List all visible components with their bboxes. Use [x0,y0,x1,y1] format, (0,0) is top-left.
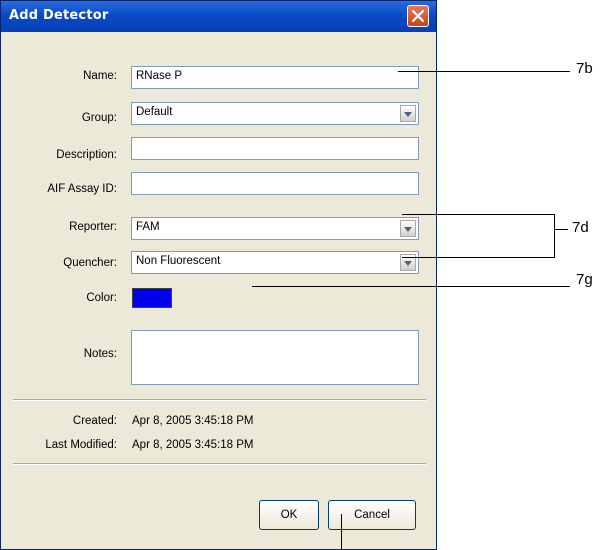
callout-line-7b [398,71,570,72]
chevron-down-icon[interactable] [400,105,416,122]
chevron-down-icon[interactable] [400,220,416,237]
quencher-value: Non Fluorescent [136,255,221,267]
reporter-label: Reporter: [69,221,117,233]
divider [13,463,426,465]
close-icon[interactable] [407,5,429,27]
callout-line-7d-top [402,214,554,215]
aif-assay-id-field[interactable] [131,172,419,195]
quencher-label: Quencher: [63,257,117,269]
color-label: Color: [86,292,117,304]
callout-7b: 7b [576,60,593,77]
callout-line-7d-bottom [402,257,554,258]
callout-line-7g [252,286,570,287]
group-select[interactable]: Default [131,102,419,125]
aif-assay-id-label: AIF Assay ID: [47,183,117,195]
last-modified-label: Last Modified: [45,439,117,451]
callout-7g: 7g [576,271,593,288]
created-value: Apr 8, 2005 3:45:18 PM [132,415,254,427]
name-label: Name: [83,70,117,82]
description-field[interactable] [131,137,419,160]
group-value: Default [136,106,173,118]
title-bar[interactable]: Add Detector [1,1,436,32]
color-swatch[interactable] [132,288,172,308]
reporter-select[interactable]: FAM [131,217,419,240]
callout-line-cancel [341,514,342,550]
created-label: Created: [72,415,117,427]
name-field[interactable]: RNase P [131,66,419,89]
notes-field[interactable] [131,330,419,385]
add-detector-dialog: Add Detector Name: RNase P Group: Defaul… [0,0,437,550]
callout-line-7d [554,229,568,230]
divider [13,399,426,401]
description-label: Description: [56,149,117,161]
quencher-select[interactable]: Non Fluorescent [131,251,419,274]
callout-bracket-7d [554,214,555,258]
ok-button[interactable]: OK [259,500,319,530]
notes-label: Notes: [83,348,117,360]
callout-7d: 7d [572,219,589,236]
reporter-value: FAM [136,221,160,233]
last-modified-value: Apr 8, 2005 3:45:18 PM [132,439,254,451]
dialog-title: Add Detector [9,8,109,23]
group-label: Group: [81,112,117,124]
